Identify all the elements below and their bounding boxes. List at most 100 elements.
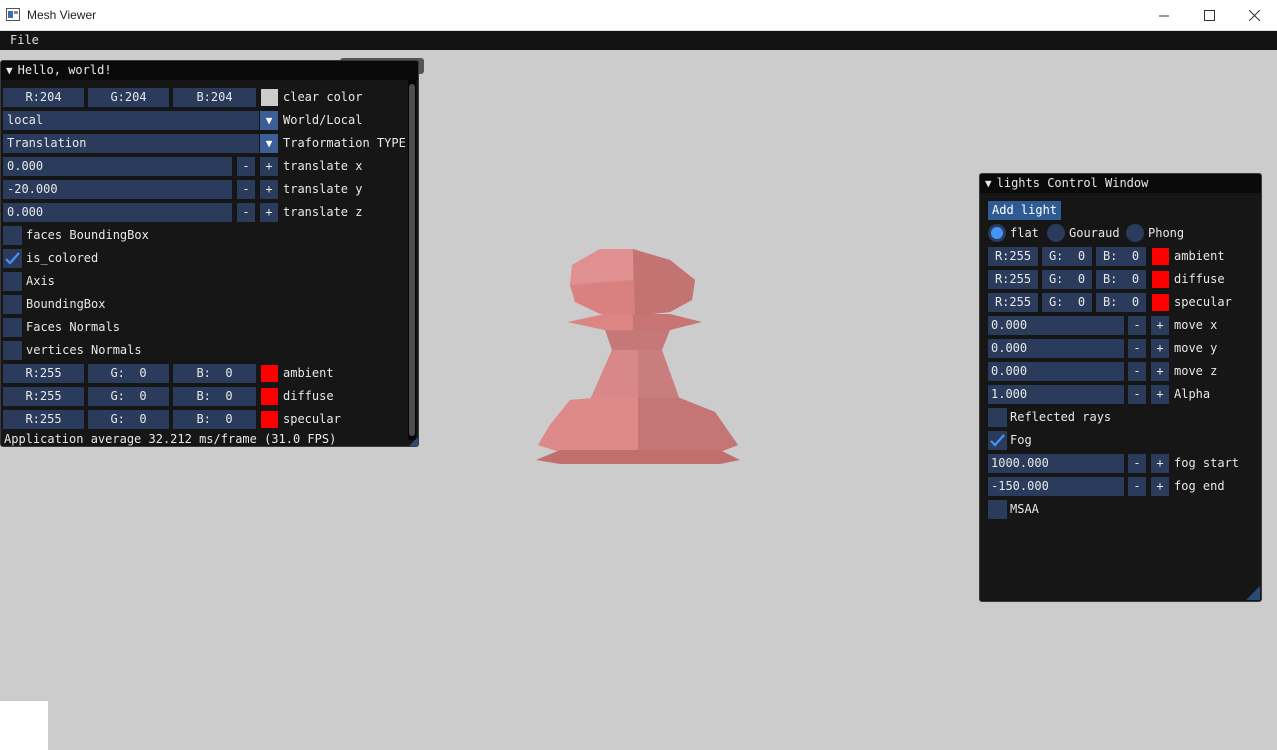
translate-x-label: translate x	[283, 159, 363, 173]
flat-label: flat	[1010, 226, 1039, 240]
hello-window-titlebar[interactable]: ▼ Hello, world!	[1, 61, 418, 80]
flat-radio[interactable]	[988, 224, 1006, 242]
light-ambient-g[interactable]: G: 0	[1042, 247, 1092, 266]
add-light-button[interactable]: Add light	[988, 201, 1062, 220]
move-y-minus-button[interactable]: -	[1128, 339, 1146, 358]
diffuse-b[interactable]: B: 0	[173, 387, 256, 406]
dropdown-arrow-icon[interactable]: ▼	[260, 111, 278, 130]
collapse-triangle-icon[interactable]: ▼	[6, 61, 13, 80]
translate-y-minus-button[interactable]: -	[237, 180, 255, 199]
msaa-checkbox[interactable]	[988, 500, 1007, 519]
menu-bar: File	[0, 31, 1277, 50]
translate-z-plus-button[interactable]: +	[260, 203, 278, 222]
translate-z-input[interactable]: 0.000	[3, 203, 232, 222]
fog-end-plus-button[interactable]: +	[1151, 477, 1169, 496]
is-colored-checkbox[interactable]	[3, 249, 22, 268]
light-specular-b[interactable]: B: 0	[1096, 293, 1146, 312]
reflected-rays-checkbox[interactable]	[988, 408, 1007, 427]
light-diffuse-b[interactable]: B: 0	[1096, 270, 1146, 289]
move-x-plus-button[interactable]: +	[1151, 316, 1169, 335]
diffuse-r[interactable]: R:255	[3, 387, 84, 406]
fog-start-plus-button[interactable]: +	[1151, 454, 1169, 473]
hello-window-title: Hello, world!	[17, 63, 112, 77]
faces-boundingbox-checkbox[interactable]	[3, 226, 22, 245]
translate-x-input[interactable]: 0.000	[3, 157, 232, 176]
clear-color-b[interactable]: B:204	[173, 88, 256, 107]
specular-b[interactable]: B: 0	[173, 410, 256, 429]
axis-checkbox[interactable]	[3, 272, 22, 291]
light-specular-r[interactable]: R:255	[988, 293, 1038, 312]
boundingbox-label: BoundingBox	[26, 297, 106, 311]
ambient-swatch[interactable]	[261, 365, 278, 382]
lights-window-titlebar[interactable]: ▼ lights Control Window	[980, 174, 1261, 193]
specular-g[interactable]: G: 0	[88, 410, 169, 429]
light-specular-swatch[interactable]	[1152, 294, 1169, 311]
clear-color-swatch[interactable]	[261, 89, 278, 106]
hello-window[interactable]: ▼ Hello, world! R:204 G:204 B:204 clear c…	[0, 60, 419, 447]
translate-y-plus-button[interactable]: +	[260, 180, 278, 199]
fog-start-input[interactable]: 1000.000	[988, 454, 1124, 473]
close-button[interactable]	[1231, 0, 1277, 30]
specular-r[interactable]: R:255	[3, 410, 84, 429]
faces-normals-label: Faces Normals	[26, 320, 120, 334]
move-z-input[interactable]: 0.000	[988, 362, 1124, 381]
hello-window-scrollbar[interactable]	[408, 80, 416, 440]
lights-window[interactable]: ▼ lights Control Window Add light flat Go…	[979, 173, 1262, 602]
ambient-r[interactable]: R:255	[3, 364, 84, 383]
move-y-plus-button[interactable]: +	[1151, 339, 1169, 358]
translate-y-input[interactable]: -20.000	[3, 180, 232, 199]
fog-checkbox[interactable]	[988, 431, 1007, 450]
resize-grip-icon[interactable]	[1246, 586, 1260, 600]
light-diffuse-r[interactable]: R:255	[988, 270, 1038, 289]
clear-color-r[interactable]: R:204	[3, 88, 84, 107]
light-specular-label: specular	[1174, 295, 1232, 309]
alpha-input[interactable]: 1.000	[988, 385, 1124, 404]
faces-normals-checkbox[interactable]	[3, 318, 22, 337]
checkmark-icon	[990, 434, 1005, 447]
phong-label: Phong	[1148, 226, 1185, 240]
transform-select[interactable]: Translation	[3, 134, 259, 153]
alpha-minus-button[interactable]: -	[1128, 385, 1146, 404]
vertices-normals-checkbox[interactable]	[3, 341, 22, 360]
dropdown-arrow-icon[interactable]: ▼	[260, 134, 278, 153]
alpha-label: Alpha	[1174, 387, 1211, 401]
move-x-minus-button[interactable]: -	[1128, 316, 1146, 335]
maximize-button[interactable]	[1186, 0, 1232, 30]
alpha-plus-button[interactable]: +	[1151, 385, 1169, 404]
msaa-label: MSAA	[1010, 502, 1039, 516]
diffuse-g[interactable]: G: 0	[88, 387, 169, 406]
light-ambient-swatch[interactable]	[1152, 248, 1169, 265]
mesh-viewport[interactable]	[520, 240, 760, 480]
minimize-button[interactable]	[1141, 0, 1187, 30]
light-specular-g[interactable]: G: 0	[1042, 293, 1092, 312]
menu-file[interactable]: File	[10, 33, 39, 47]
gouraud-radio[interactable]	[1047, 224, 1065, 242]
translate-x-plus-button[interactable]: +	[260, 157, 278, 176]
diffuse-swatch[interactable]	[261, 388, 278, 405]
maximize-icon	[1203, 9, 1215, 21]
boundingbox-checkbox[interactable]	[3, 295, 22, 314]
light-ambient-b[interactable]: B: 0	[1096, 247, 1146, 266]
light-diffuse-g[interactable]: G: 0	[1042, 270, 1092, 289]
translate-z-minus-button[interactable]: -	[237, 203, 255, 222]
light-diffuse-swatch[interactable]	[1152, 271, 1169, 288]
move-x-input[interactable]: 0.000	[988, 316, 1124, 335]
clear-color-g[interactable]: G:204	[88, 88, 169, 107]
resize-grip-icon[interactable]	[409, 437, 418, 446]
move-y-label: move y	[1174, 341, 1218, 355]
light-ambient-r[interactable]: R:255	[988, 247, 1038, 266]
space-select[interactable]: local	[3, 111, 259, 130]
collapse-triangle-icon[interactable]: ▼	[985, 174, 992, 193]
phong-radio[interactable]	[1126, 224, 1144, 242]
scrollbar-thumb[interactable]	[409, 84, 415, 436]
fog-end-input[interactable]: -150.000	[988, 477, 1124, 496]
ambient-g[interactable]: G: 0	[88, 364, 169, 383]
fog-end-minus-button[interactable]: -	[1128, 477, 1146, 496]
move-z-plus-button[interactable]: +	[1151, 362, 1169, 381]
specular-swatch[interactable]	[261, 411, 278, 428]
ambient-b[interactable]: B: 0	[173, 364, 256, 383]
translate-x-minus-button[interactable]: -	[237, 157, 255, 176]
move-z-minus-button[interactable]: -	[1128, 362, 1146, 381]
fog-start-minus-button[interactable]: -	[1128, 454, 1146, 473]
move-y-input[interactable]: 0.000	[988, 339, 1124, 358]
